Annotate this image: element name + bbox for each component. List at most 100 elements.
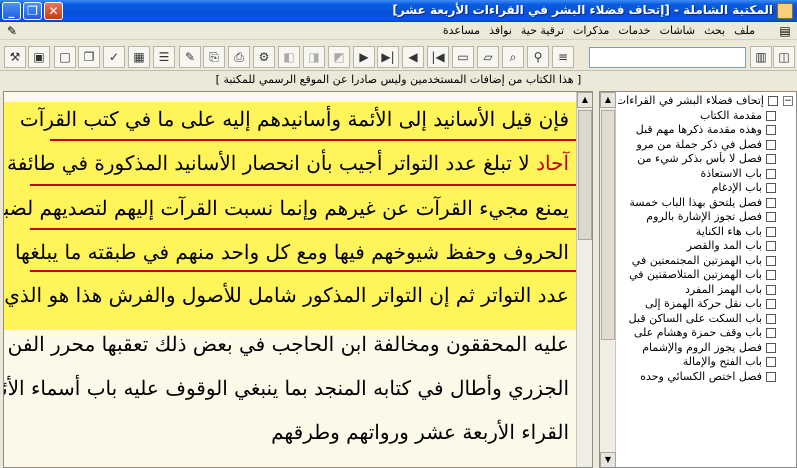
checkbox-icon[interactable] — [766, 241, 776, 251]
toc-root[interactable]: − إتحاف فضلاء البشر في القراءات — [618, 94, 796, 109]
checkbox-icon[interactable] — [768, 96, 778, 106]
page-icon[interactable]: ▭ — [452, 46, 474, 68]
menu-search[interactable]: بحث — [704, 24, 725, 37]
red-underline-4 — [30, 270, 577, 272]
app-icon[interactable] — [777, 3, 793, 19]
text-scrollbar[interactable]: ▲ — [576, 92, 592, 467]
menu-list-icon[interactable]: ≡ — [552, 46, 574, 68]
scroll-up-arrow[interactable]: ▲ — [577, 92, 592, 108]
toc-item[interactable]: فصل يجوز الروم والإشمام — [618, 341, 796, 356]
first-icon[interactable]: |◀ — [427, 46, 449, 68]
checkbox-icon[interactable] — [766, 371, 776, 382]
minimize-button[interactable]: _ — [2, 2, 21, 20]
toc-item[interactable]: باب الهمزتين المجتمعتين في — [618, 254, 796, 269]
checkbox-icon[interactable] — [766, 328, 776, 338]
scroll-thumb[interactable] — [578, 110, 592, 240]
search-input[interactable] — [589, 47, 746, 68]
checkbox-icon[interactable] — [766, 212, 776, 222]
toc-item[interactable]: فصل تجوز الإشارة بالروم — [618, 210, 796, 225]
toc-item[interactable]: باب الهمزتين المتلاصقتين في — [618, 268, 796, 283]
notes-icon[interactable]: ☰ — [153, 46, 175, 68]
toc-item-label: باب نقل حركة الهمزة إلى — [645, 297, 762, 310]
checkbox-icon[interactable] — [766, 168, 776, 179]
toc-item[interactable]: فصل لا بأس بذكر شيء من — [618, 152, 796, 167]
checkbox-icon[interactable] — [766, 125, 776, 135]
checkbox-icon[interactable] — [766, 284, 776, 295]
settings-icon[interactable]: ⚙ — [253, 46, 275, 68]
checkbox-icon[interactable] — [766, 270, 776, 280]
book-open-icon[interactable]: ▥ — [750, 46, 772, 68]
check-icon[interactable]: ✓ — [103, 46, 125, 68]
toc-item[interactable]: باب الاستعاذة — [618, 167, 796, 182]
toc-item[interactable]: باب هاء الكناية — [618, 225, 796, 240]
toc-item[interactable]: فصل في ذكر جملة من مرو — [618, 138, 796, 153]
checkbox-icon[interactable] — [766, 226, 776, 237]
last-icon[interactable]: ▶| — [377, 46, 399, 68]
toc-item[interactable]: وهذه مقدمة ذكرها مهم قبل — [618, 123, 796, 138]
restore-button[interactable]: ❐ — [23, 2, 42, 20]
checkbox-icon[interactable] — [766, 183, 776, 193]
toolbar: ⚒ ▣ □ ❐ ✓ ▦ ☰ ✎ ⎘ ⎙ ⚙ ◧ ◨ ◩ ▶ ▶| ◀ |◀ ▭ … — [0, 43, 797, 71]
toc-item[interactable]: باب المد والقصر — [618, 239, 796, 254]
print-icon[interactable]: ⎙ — [228, 46, 250, 68]
prev-icon[interactable]: ◀ — [402, 46, 424, 68]
checkbox-icon[interactable] — [766, 357, 776, 367]
save-icon[interactable]: ▦ — [128, 46, 150, 68]
tools-icon[interactable]: ⚒ — [4, 46, 26, 68]
toc-item[interactable]: باب السكت على الساكن قبل — [618, 312, 796, 327]
title-bar[interactable]: المكتبة الشاملة - [إتحاف فضلاء البشر في … — [0, 0, 797, 22]
display-icon[interactable]: ▣ — [28, 46, 50, 68]
book-notice: [ هذا الكتاب من إضافات المستخدمين وليس ص… — [215, 73, 582, 86]
book-text[interactable]: فإن قيل الأسانيد إلى الأئمة وأسانيدهم إل… — [4, 92, 577, 467]
book-icon[interactable]: ▤ — [777, 23, 793, 39]
toc-scroll-thumb[interactable] — [601, 110, 615, 340]
menu-live-update[interactable]: ترقية حية — [521, 24, 564, 37]
toc-item[interactable]: فصل اختص الكسائي وحده — [618, 370, 796, 385]
disabled-icon-1: ◧ — [278, 46, 300, 68]
export-icon[interactable]: ⎘ — [203, 46, 225, 68]
document-icon[interactable]: ✎ — [4, 23, 20, 39]
find-icon[interactable]: ⌕ — [502, 46, 524, 68]
toc-scrollbar[interactable]: ▲ ▼ — [600, 92, 616, 467]
next-icon[interactable]: ▶ — [353, 46, 375, 68]
menu-file[interactable]: ملف — [734, 24, 755, 37]
toc-item[interactable]: مقدمة الكتاب — [618, 109, 796, 124]
checkbox-icon[interactable] — [766, 139, 776, 150]
highlight-icon[interactable]: ✎ — [179, 46, 201, 68]
menu-items: ملف بحث شاشات خدمات مذكرات ترقية حية نوا… — [443, 24, 755, 37]
new-icon[interactable]: □ — [54, 46, 76, 68]
toc-item[interactable]: باب الإدغام — [618, 181, 796, 196]
disabled-icon-3: ◩ — [328, 46, 350, 68]
copy-icon[interactable]: ❐ — [78, 46, 100, 68]
toc-item[interactable]: باب الفتح والإمالة — [618, 355, 796, 370]
checkbox-icon[interactable] — [766, 154, 776, 164]
checkbox-icon[interactable] — [766, 342, 776, 353]
menu-notes[interactable]: مذكرات — [573, 24, 609, 37]
menu-services[interactable]: خدمات — [618, 24, 650, 37]
toc-scroll-up[interactable]: ▲ — [600, 92, 616, 108]
text-line-2: آحاد لا تبلغ عدد التواتر أجيب بأن انحصار… — [4, 146, 569, 180]
red-underline-3 — [30, 228, 577, 230]
toc-scroll-down[interactable]: ▼ — [600, 452, 616, 467]
checkbox-icon[interactable] — [766, 313, 776, 324]
menu-windows[interactable]: نوافذ — [489, 24, 512, 37]
checkbox-icon[interactable] — [766, 110, 776, 121]
toc-tree: − إتحاف فضلاء البشر في القراءات مقدمة الكت… — [618, 94, 796, 384]
checkbox-icon[interactable] — [766, 255, 776, 266]
checkbox-icon[interactable] — [766, 197, 776, 208]
menu-help[interactable]: مساعدة — [443, 24, 480, 37]
close-button[interactable]: ✕ — [44, 2, 63, 20]
toc-item[interactable]: باب نقل حركة الهمزة إلى — [618, 297, 796, 312]
toc-item[interactable]: باب الهمز المفرد — [618, 283, 796, 298]
book-text-panel[interactable]: فإن قيل الأسانيد إلى الأئمة وأسانيدهم إل… — [3, 91, 593, 468]
toc-root-label: إتحاف فضلاء البشر في القراءات — [618, 94, 764, 107]
binoculars-icon[interactable]: ⚲ — [527, 46, 549, 68]
toc-item-label: باب المد والقصر — [686, 239, 762, 252]
open-icon[interactable]: ▱ — [477, 46, 499, 68]
library-icon[interactable]: ◫ — [773, 46, 795, 68]
checkbox-icon[interactable] — [766, 299, 776, 309]
toc-item[interactable]: باب وقف حمزة وهشام على — [618, 326, 796, 341]
menu-screens[interactable]: شاشات — [660, 24, 696, 37]
collapse-icon[interactable]: − — [783, 96, 793, 106]
toc-item[interactable]: فصل يلتحق بهذا الباب خمسة — [618, 196, 796, 211]
